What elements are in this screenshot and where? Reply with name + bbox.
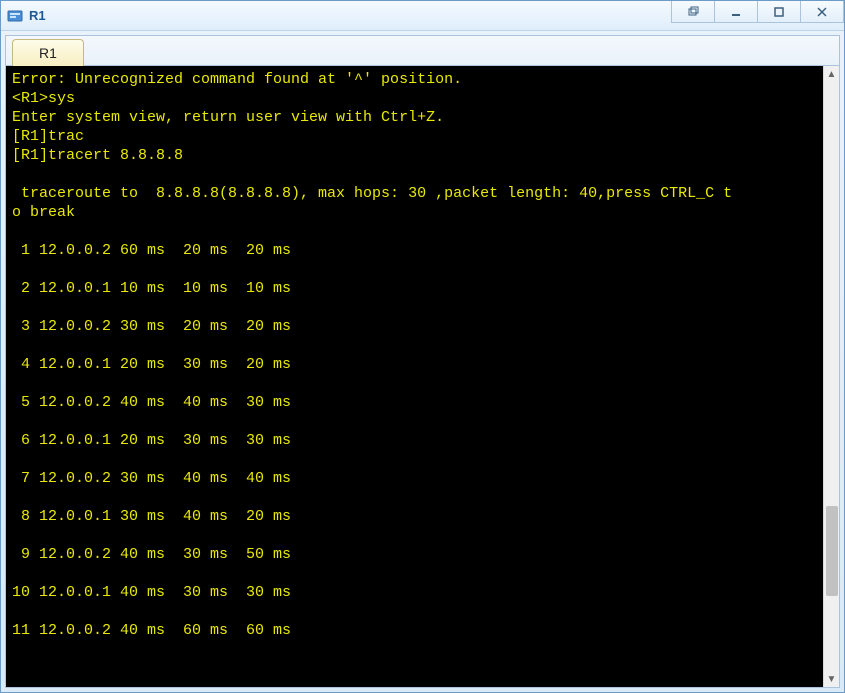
scroll-up-arrow-icon[interactable]: ▲ <box>824 66 839 82</box>
minimize-button[interactable] <box>714 1 758 23</box>
title-buttons <box>672 1 844 30</box>
app-window: R1 R1 Error: Unrecognized command found … <box>0 0 845 693</box>
maximize-button[interactable] <box>757 1 801 23</box>
terminal[interactable]: Error: Unrecognized command found at '^'… <box>6 66 823 687</box>
titlebar: R1 <box>1 1 844 31</box>
scroll-thumb[interactable] <box>826 506 838 596</box>
title-left: R1 <box>7 8 46 24</box>
app-icon <box>7 8 23 24</box>
close-button[interactable] <box>800 1 844 23</box>
restore-down-button[interactable] <box>671 1 715 23</box>
content-area: R1 Error: Unrecognized command found at … <box>5 35 840 688</box>
scroll-down-arrow-icon[interactable]: ▼ <box>824 671 839 687</box>
tab-r1[interactable]: R1 <box>12 39 84 66</box>
scrollbar[interactable]: ▲ ▼ <box>823 66 839 687</box>
tabstrip: R1 <box>6 36 839 66</box>
terminal-wrap: Error: Unrecognized command found at '^'… <box>6 66 839 687</box>
window-title: R1 <box>29 8 46 23</box>
